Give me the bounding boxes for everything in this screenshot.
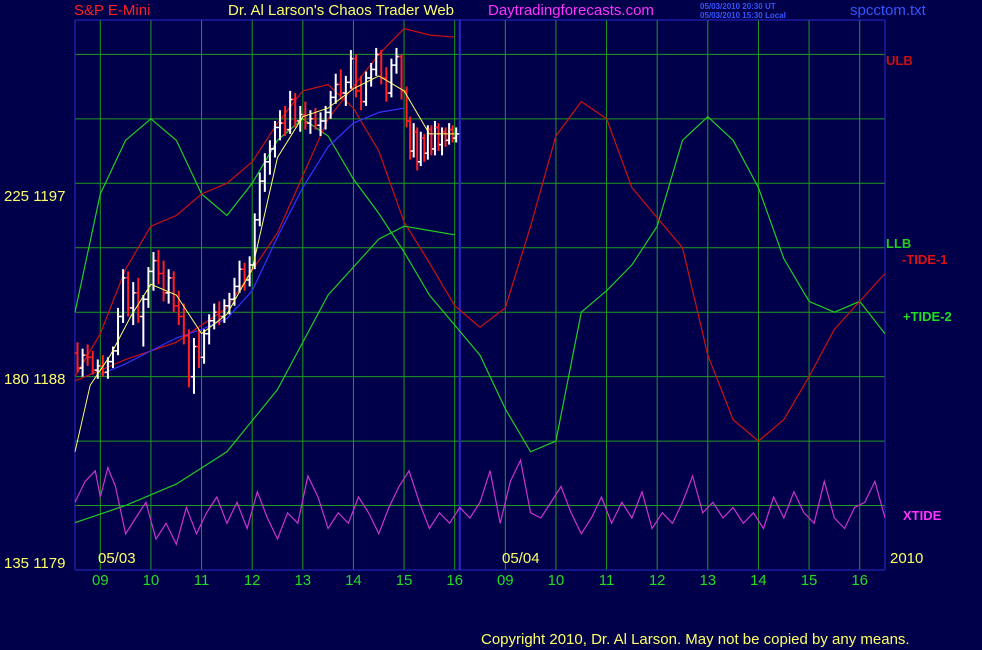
xtide-line [74,458,886,546]
website-label: Daytradingforecasts.com [488,2,654,19]
x-tick-label: 11 [193,572,210,589]
x-tick-label: 12 [243,572,261,589]
tide1-legend-label: -TIDE-1 [902,252,948,267]
y-tick-label: 135 1179 [4,555,66,572]
y-tick-label: 225 1197 [4,188,66,205]
copyright-footer: Copyright 2010, Dr. Al Larson. May not b… [481,631,910,648]
x-tick-label: 15 [395,572,413,589]
x-tick-label: 10 [142,572,160,589]
x-tick-label: 09 [496,572,514,589]
tide2-line [74,115,886,453]
chart-window: S&P E-Mini Dr. Al Larson's Chaos Trader … [0,0,982,650]
xtide-legend-label: XTIDE [903,508,942,523]
x-tick-label: 09 [91,572,109,589]
x-tick-label: 16 [851,572,869,589]
date-label: 05/04 [502,550,540,567]
tide1-line [74,83,886,442]
x-tick-label: 13 [699,572,717,589]
x-tick-label: 14 [345,572,362,589]
x-tick-label: 10 [547,572,565,589]
filename-label: spcctom.txt [850,2,926,19]
timestamp-local: 05/03/2010 15:30 Local [700,11,786,20]
year-label: 2010 [890,550,924,567]
x-tick-label: 14 [750,572,767,589]
instrument-label: S&P E-Mini [74,2,151,19]
x-tick-label: 13 [294,572,312,589]
page-title: Dr. Al Larson's Chaos Trader Web [228,2,455,19]
x-tick-label: 15 [800,572,818,589]
date-label: 05/03 [98,550,136,567]
y-tick-label: 180 1188 [4,371,66,388]
ulb-legend-label: ULB [886,53,913,68]
x-tick-label: 11 [598,572,615,589]
tide2-legend-label: +TIDE-2 [903,309,952,324]
llb-line [74,225,455,524]
x-tick-label: 16 [446,572,464,589]
llb-legend-label: LLB [886,236,912,251]
timestamp-ut: 05/03/2010 20:30 UT [700,2,776,11]
x-tick-label: 12 [648,572,666,589]
chart-svg [74,19,886,571]
